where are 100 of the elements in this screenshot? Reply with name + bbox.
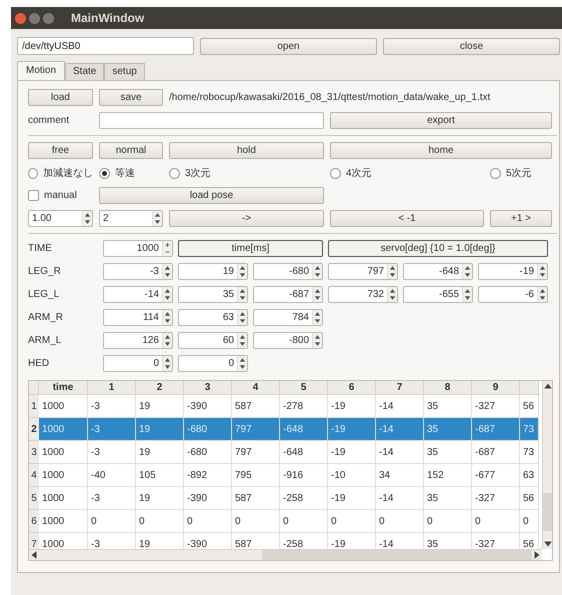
radio-label: 3次元 (185, 167, 211, 180)
row-header[interactable]: 3 (29, 441, 39, 464)
window-title: MainWindow (71, 11, 144, 25)
vertical-scrollbar[interactable] (542, 381, 552, 549)
table-cell: 797 (232, 441, 280, 464)
step-button[interactable]: +1 > (490, 210, 552, 228)
tab[interactable]: setup (104, 63, 145, 80)
table-cell: -3 (88, 487, 136, 510)
scroll-thumb[interactable] (262, 550, 532, 560)
load-pose-button[interactable]: load pose (99, 187, 324, 204)
row-header[interactable]: 2 (29, 418, 39, 442)
column-header[interactable]: time (39, 381, 88, 396)
column-header[interactable]: 8 (424, 381, 472, 396)
table-cell: 1000 (39, 510, 88, 534)
spin-box[interactable]: 19 (178, 263, 248, 280)
column-header[interactable]: 4 (232, 381, 280, 396)
table-cell: -327 (472, 487, 520, 510)
radio-button[interactable] (28, 168, 38, 179)
spin-box[interactable]: 797 (328, 263, 398, 280)
mode-button[interactable]: free (28, 142, 93, 159)
maximize-icon[interactable] (43, 12, 54, 24)
column-header[interactable]: 6 (328, 381, 376, 396)
spin-box[interactable]: 784 (253, 309, 323, 326)
spin-box[interactable]: 60 (178, 332, 248, 350)
spin-box[interactable]: -655 (403, 286, 473, 304)
spin-box[interactable]: 1000 (103, 240, 173, 258)
port-field[interactable]: /dev/ttyUSB0 (17, 37, 194, 55)
comment-field[interactable] (99, 112, 324, 129)
radio-button[interactable] (490, 168, 501, 179)
column-header[interactable]: 3 (184, 381, 232, 396)
radio-button[interactable] (99, 168, 110, 179)
spin-box[interactable]: -648 (403, 263, 473, 280)
step-button[interactable]: < -1 (330, 210, 484, 228)
scroll-down-icon[interactable] (543, 539, 552, 549)
horizontal-scrollbar[interactable] (29, 549, 542, 560)
row-header[interactable]: 6 (29, 510, 39, 534)
export-button[interactable]: export (330, 112, 552, 129)
servo-header-button[interactable]: servo[deg] {10 = 1.0[deg]} (328, 240, 548, 258)
table-cell: -14 (376, 441, 424, 464)
port-button[interactable]: close (383, 38, 560, 54)
table-cell: 35 (424, 487, 472, 510)
row-label: ARM_L (28, 335, 62, 346)
file-path: /home/robocup/kawasaki/2016_08_31/qttest/motion_data/wake_up_1.txt (169, 92, 492, 103)
table-cell: 1000 (39, 441, 88, 464)
spin-box[interactable]: -680 (253, 263, 323, 280)
table-cell: 34 (376, 464, 424, 488)
close-icon[interactable] (15, 12, 26, 24)
spin-box[interactable]: 2 (99, 210, 163, 228)
spin-box[interactable]: 0 (178, 355, 248, 372)
load-button[interactable]: load (28, 89, 93, 106)
column-header[interactable]: 7 (376, 381, 424, 396)
step-button[interactable]: -> (169, 210, 324, 228)
mode-button[interactable]: hold (169, 142, 324, 159)
column-header[interactable]: 1 (88, 381, 136, 396)
spin-box[interactable]: 732 (328, 286, 398, 304)
table-cell: 19 (136, 487, 184, 510)
column-header[interactable]: 5 (280, 381, 328, 396)
row-header[interactable]: 4 (29, 464, 39, 488)
row-header[interactable]: 5 (29, 487, 39, 510)
spin-box[interactable]: -800 (253, 332, 323, 350)
mode-button[interactable]: home (330, 142, 552, 159)
table-cell: 19 (136, 418, 184, 442)
spin-box[interactable]: 114 (103, 309, 173, 326)
spin-box[interactable]: 1.00 (28, 210, 93, 228)
radio-button[interactable] (169, 168, 180, 179)
radio-button[interactable] (330, 168, 341, 179)
spin-box[interactable]: -19 (478, 263, 548, 280)
radio-label: 5次元 (506, 167, 532, 180)
table-cell: 19 (136, 441, 184, 464)
spin-box[interactable]: -3 (103, 263, 173, 280)
tab[interactable]: State (65, 63, 104, 80)
column-header[interactable]: 2 (136, 381, 184, 396)
row-header[interactable]: 1 (29, 395, 39, 418)
spin-box[interactable]: -687 (253, 286, 323, 304)
spin-box[interactable]: 126 (103, 332, 173, 350)
scroll-right-icon[interactable] (532, 550, 542, 560)
spin-box[interactable]: -6 (478, 286, 548, 304)
row-label: HED (28, 358, 50, 370)
mode-button[interactable]: normal (99, 142, 163, 159)
time-header-button[interactable]: time[ms] (178, 240, 323, 258)
save-button[interactable]: save (99, 89, 163, 106)
table-cell: -258 (280, 487, 328, 510)
table-cell: -687 (472, 441, 520, 464)
row-header[interactable]: 7 (29, 533, 39, 549)
column-header[interactable]: 9 (472, 381, 520, 396)
spin-box[interactable]: 63 (178, 309, 248, 326)
checkbox[interactable] (28, 190, 39, 202)
scroll-up-icon[interactable] (543, 381, 552, 392)
scroll-thumb[interactable] (543, 493, 552, 531)
spin-box[interactable]: 0 (103, 355, 173, 372)
table-cell: -680 (184, 441, 232, 464)
minimize-icon[interactable] (29, 12, 40, 24)
table-cell: 0 (520, 510, 539, 534)
tab[interactable]: Motion (17, 61, 66, 80)
table-cell: -680 (184, 418, 232, 442)
scroll-left-icon[interactable] (29, 550, 39, 560)
spin-box[interactable]: 35 (178, 286, 248, 304)
table-cell: -19 (328, 487, 376, 510)
spin-box[interactable]: -14 (103, 286, 173, 304)
port-button[interactable]: open (200, 38, 377, 54)
